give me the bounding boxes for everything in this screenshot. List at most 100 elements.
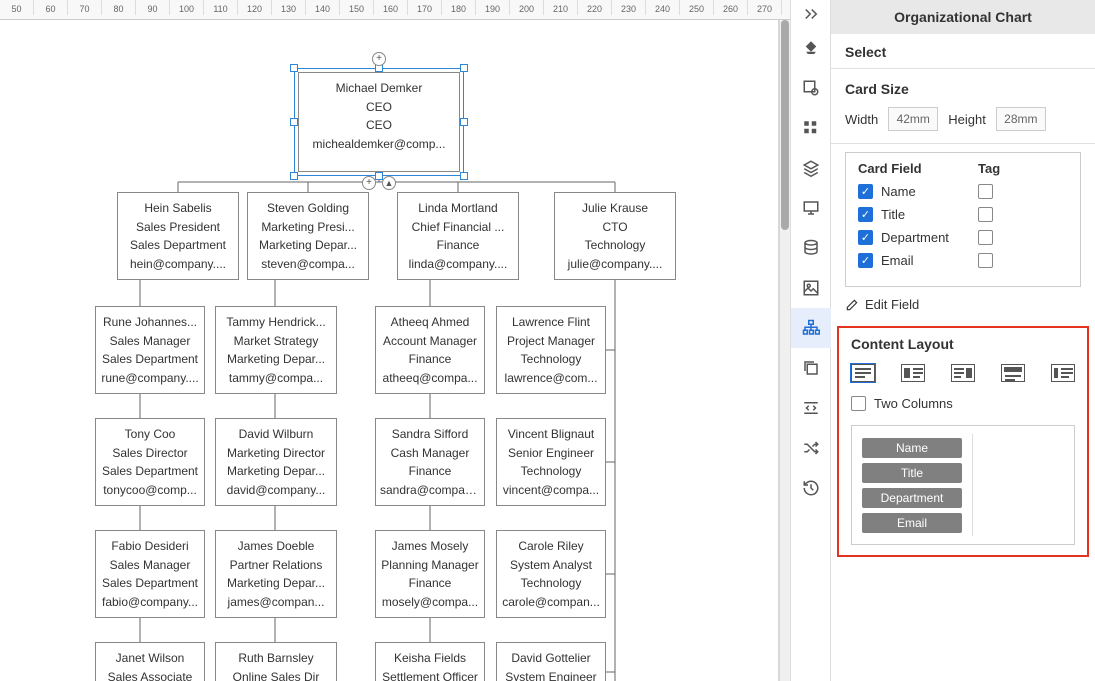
layout-option-1[interactable] [851, 364, 875, 382]
node-dept: CEO [303, 116, 455, 135]
org-node[interactable]: Michael DemkerCEOCEOmichealdemker@comp..… [298, 72, 460, 172]
node-email: fabio@company... [100, 593, 200, 612]
layout-option-5[interactable] [1051, 364, 1075, 382]
add-parent-handle[interactable]: + [372, 52, 386, 66]
vertical-scrollbar[interactable] [780, 20, 790, 681]
shuffle-icon[interactable] [791, 428, 831, 468]
tag-checkbox[interactable] [978, 184, 993, 199]
node-dept: Technology [501, 462, 601, 481]
grid-icon[interactable] [791, 108, 831, 148]
spacing-icon[interactable] [791, 388, 831, 428]
org-node[interactable]: Sandra SiffordCash ManagerFinancesandra@… [375, 418, 485, 506]
expand-panel-icon[interactable] [791, 0, 831, 28]
canvas-area: 5060708090100110120130140150160170180190… [0, 0, 790, 681]
org-node[interactable]: Hein SabelisSales PresidentSales Departm… [117, 192, 239, 280]
node-dept: Marketing Depar... [220, 462, 332, 481]
org-node[interactable]: Linda MortlandChief Financial ...Finance… [397, 192, 519, 280]
node-dept: Technology [501, 350, 601, 369]
selection-handle[interactable] [460, 118, 468, 126]
width-input[interactable] [888, 107, 938, 131]
org-node[interactable]: James DoeblePartner RelationsMarketing D… [215, 530, 337, 618]
node-title: Sales Manager [100, 556, 200, 575]
edit-field-button[interactable]: Edit Field [831, 297, 1095, 322]
selection-handle[interactable] [290, 172, 298, 180]
node-title: Planning Manager [380, 556, 480, 575]
presentation-icon[interactable] [791, 188, 831, 228]
layout-option-2[interactable] [901, 364, 925, 382]
height-input[interactable] [996, 107, 1046, 131]
org-node[interactable]: Keisha FieldsSettlement Officer [375, 642, 485, 681]
field-checkbox[interactable] [858, 184, 873, 199]
collapse-handle[interactable]: ▲ [382, 176, 396, 190]
canvas[interactable]: Michael DemkerCEOCEOmichealdemker@comp..… [0, 20, 780, 681]
org-node[interactable]: Tammy Hendrick...Market StrategyMarketin… [215, 306, 337, 394]
org-node[interactable]: Vincent BlignautSenior EngineerTechnolog… [496, 418, 606, 506]
org-node[interactable]: Ruth BarnsleyOnline Sales Dir [215, 642, 337, 681]
layout-option-3[interactable] [951, 364, 975, 382]
org-node[interactable]: Julie KrauseCTOTechnologyjulie@company..… [554, 192, 676, 280]
selection-handle[interactable] [460, 172, 468, 180]
preview-chip[interactable]: Department [862, 488, 962, 508]
contentlayout-label: Content Layout [839, 328, 1087, 358]
tag-checkbox[interactable] [978, 207, 993, 222]
node-dept: Sales Department [122, 236, 234, 255]
node-title: Sales Associate [100, 668, 200, 681]
org-node[interactable]: Fabio DesideriSales ManagerSales Departm… [95, 530, 205, 618]
selection-handle[interactable] [290, 118, 298, 126]
horizontal-ruler: 5060708090100110120130140150160170180190… [0, 0, 790, 20]
org-node[interactable]: Lawrence FlintProject ManagerTechnologyl… [496, 306, 606, 394]
layers-icon[interactable] [791, 148, 831, 188]
database-icon[interactable] [791, 228, 831, 268]
org-node[interactable]: David WilburnMarketing DirectorMarketing… [215, 418, 337, 506]
org-node[interactable]: Atheeq AhmedAccount ManagerFinanceatheeq… [375, 306, 485, 394]
preview-chip[interactable]: Title [862, 463, 962, 483]
add-child-handle[interactable]: + [362, 176, 376, 190]
selection-handle[interactable] [460, 64, 468, 72]
tag-checkbox[interactable] [978, 230, 993, 245]
field-label: Title [881, 207, 905, 222]
field-checkbox[interactable] [858, 253, 873, 268]
settings-icon[interactable] [791, 68, 831, 108]
node-name: James Mosely [380, 537, 480, 556]
org-node[interactable]: Tony CooSales DirectorSales Departmentto… [95, 418, 205, 506]
org-node[interactable]: James MoselyPlanning ManagerFinancemosel… [375, 530, 485, 618]
node-title: CTO [559, 218, 671, 237]
scrollbar-thumb[interactable] [781, 20, 789, 230]
history-icon[interactable] [791, 468, 831, 508]
node-title: Sales Manager [100, 332, 200, 351]
node-email: tonycoo@comp... [100, 481, 200, 500]
cardsize-section-label: Card Size [831, 71, 1095, 103]
preview-chip[interactable]: Email [862, 513, 962, 533]
cardfield-header: Card Field [858, 161, 978, 176]
org-node[interactable]: Carole RileySystem AnalystTechnologycaro… [496, 530, 606, 618]
org-node[interactable]: David GottelierSystem Engineer [496, 642, 606, 681]
node-name: Fabio Desideri [100, 537, 200, 556]
node-dept: Finance [380, 574, 480, 593]
two-columns-label: Two Columns [874, 396, 953, 411]
copy-icon[interactable] [791, 348, 831, 388]
org-node[interactable]: Janet WilsonSales Associate [95, 642, 205, 681]
field-row: Email [858, 253, 1068, 268]
node-title: CEO [303, 98, 455, 117]
node-title: Marketing Director [220, 444, 332, 463]
field-checkbox[interactable] [858, 207, 873, 222]
org-node[interactable]: Rune Johannes...Sales ManagerSales Depar… [95, 306, 205, 394]
org-chart-icon[interactable] [791, 308, 831, 348]
selection-handle[interactable] [290, 64, 298, 72]
layout-option-4[interactable] [1001, 364, 1025, 382]
node-title: Cash Manager [380, 444, 480, 463]
node-name: Vincent Blignaut [501, 425, 601, 444]
fill-icon[interactable] [791, 28, 831, 68]
tag-checkbox[interactable] [978, 253, 993, 268]
node-name: Hein Sabelis [122, 199, 234, 218]
field-checkbox[interactable] [858, 230, 873, 245]
field-row: Department [858, 230, 1068, 245]
org-node[interactable]: Steven GoldingMarketing Presi...Marketin… [247, 192, 369, 280]
preview-chip[interactable]: Name [862, 438, 962, 458]
two-columns-checkbox[interactable] [851, 396, 866, 411]
node-name: Julie Krause [559, 199, 671, 218]
node-dept: Sales Department [100, 574, 200, 593]
image-icon[interactable] [791, 268, 831, 308]
node-name: Atheeq Ahmed [380, 313, 480, 332]
node-email: atheeq@compa... [380, 369, 480, 388]
